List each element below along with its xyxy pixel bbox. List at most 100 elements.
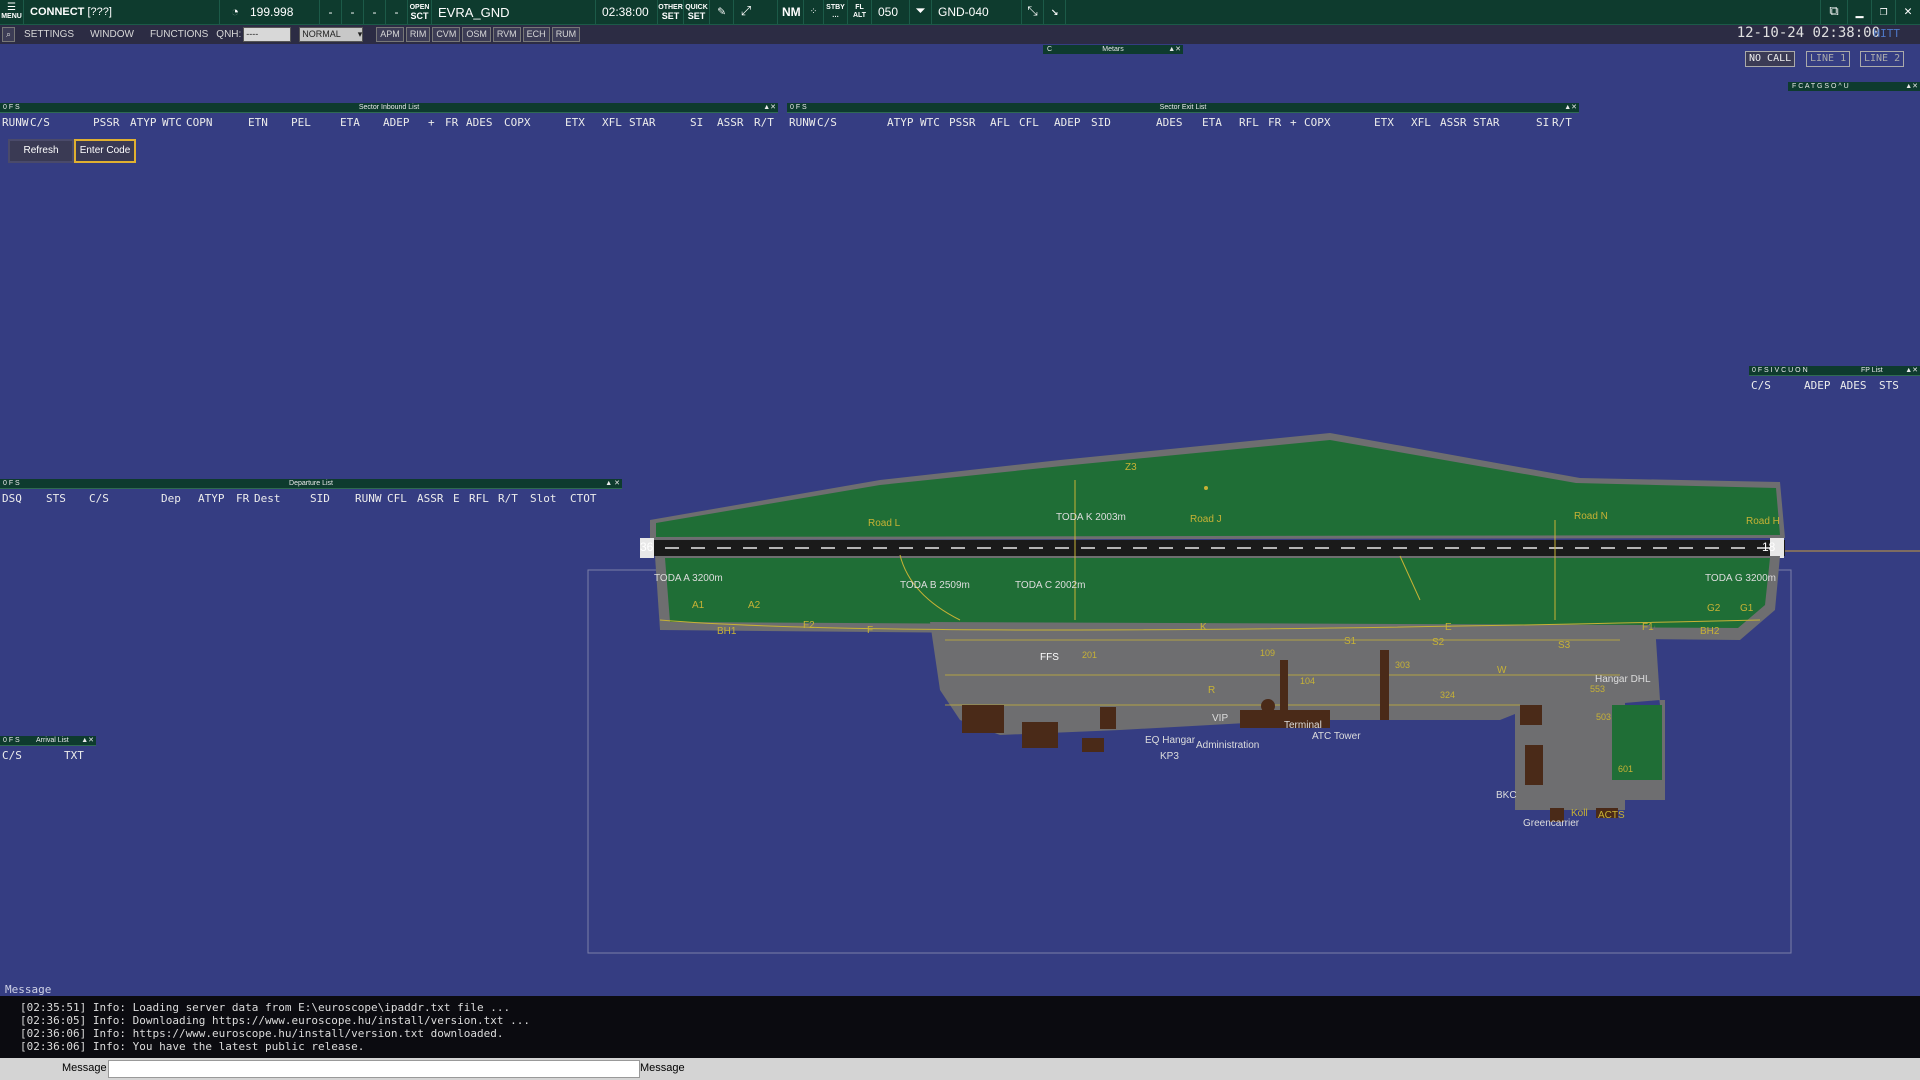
col-header[interactable]: WTC	[162, 116, 182, 129]
col-header[interactable]: STS	[46, 492, 66, 505]
col-header[interactable]: ETA	[1202, 116, 1222, 129]
close-icon[interactable]: ▲✕	[81, 736, 94, 745]
rvm-button[interactable]: RVM	[492, 27, 521, 42]
col-header[interactable]: ADES	[1840, 379, 1867, 392]
col-header[interactable]: C/S	[89, 492, 109, 505]
col-header[interactable]: TXT	[64, 749, 84, 762]
col-header[interactable]: ETX	[565, 116, 585, 129]
col-header[interactable]: ASSR	[417, 492, 444, 505]
connect-button[interactable]: CONNECT [???]	[24, 0, 220, 24]
qnh-field[interactable]: ----	[243, 27, 292, 42]
fl-alt-button[interactable]: FL ALT	[848, 0, 872, 24]
col-header[interactable]: C/S	[817, 116, 837, 129]
col-header[interactable]: ATYP	[887, 116, 914, 129]
col-header[interactable]: WTC	[920, 116, 940, 129]
col-header[interactable]: PSSR	[949, 116, 976, 129]
col-header[interactable]: ADEP	[1804, 379, 1831, 392]
minimize-button[interactable]: ▁	[1848, 0, 1872, 24]
close-icon[interactable]: ▲✕	[1564, 103, 1577, 112]
dash-1[interactable]: -	[320, 0, 342, 24]
close-icon[interactable]: ▲✕	[1905, 366, 1918, 375]
col-header[interactable]: ADEP	[1054, 116, 1081, 129]
flight-strip-toolbar[interactable]: F C A T G S O ^ U ▲✕	[1788, 82, 1920, 91]
col-header[interactable]: ASSR	[1440, 116, 1467, 129]
col-header[interactable]: PSSR	[93, 116, 120, 129]
col-header[interactable]: RFL	[1239, 116, 1259, 129]
menu-functions[interactable]: FUNCTIONS	[142, 29, 216, 40]
close-icon[interactable]: ▲✕	[763, 103, 776, 112]
col-header[interactable]: FR	[1268, 116, 1281, 129]
command-input[interactable]	[108, 1060, 640, 1078]
rum-button[interactable]: RUM	[551, 27, 581, 42]
col-header[interactable]: COPX	[1304, 116, 1331, 129]
col-header[interactable]: CFL	[387, 492, 407, 505]
maximize-button[interactable]: ❐	[1872, 0, 1896, 24]
stby-button[interactable]: STBY …	[824, 0, 848, 24]
close-icon[interactable]: ▲✕	[1905, 82, 1918, 91]
callsign[interactable]: EVRA_GND	[432, 0, 596, 24]
search-button[interactable]: ⌕	[2, 27, 16, 42]
col-header[interactable]: XFL	[1411, 116, 1431, 129]
col-header[interactable]: +	[1290, 116, 1297, 129]
col-header[interactable]: ETA	[340, 116, 360, 129]
col-header[interactable]: C/S	[1751, 379, 1771, 392]
measure-button[interactable]: ⁘	[804, 0, 824, 24]
transition-level[interactable]: 050	[872, 0, 910, 24]
col-header[interactable]: ASSR	[717, 116, 744, 129]
refresh-button[interactable]: Refresh	[8, 139, 74, 163]
col-header[interactable]: +	[428, 116, 435, 129]
ech-button[interactable]: ECH	[522, 27, 550, 42]
dash-4[interactable]: -	[386, 0, 408, 24]
col-header[interactable]: C/S	[2, 749, 22, 762]
no-call-button[interactable]: NO CALL	[1745, 51, 1796, 67]
message-console[interactable]: [02:35:51] Info: Loading server data fro…	[0, 996, 1920, 1058]
line2-button[interactable]: LINE 2	[1860, 51, 1905, 67]
other-set-button[interactable]: OTHER SET	[658, 0, 684, 24]
col-header[interactable]: DSQ	[2, 492, 22, 505]
col-header[interactable]: PEL	[291, 116, 311, 129]
fp-titlebar[interactable]: 0 F S I V C U O N FP List ▲✕	[1749, 366, 1920, 376]
dash-2[interactable]: -	[342, 0, 364, 24]
leader-button[interactable]: ↘	[1044, 0, 1066, 24]
cvm-button[interactable]: CVM	[432, 27, 461, 42]
dash-3[interactable]: -	[364, 0, 386, 24]
col-header[interactable]: COPX	[504, 116, 531, 129]
metars-window[interactable]: C Metars ▲✕	[1043, 45, 1183, 54]
mode-select[interactable]: NORMAL ▾	[299, 27, 364, 42]
col-header[interactable]: SID	[310, 492, 330, 505]
col-header[interactable]: RUNW	[2, 116, 29, 129]
col-header[interactable]: ADEP	[383, 116, 410, 129]
col-header[interactable]: XFL	[602, 116, 622, 129]
col-header[interactable]: AFL	[990, 116, 1010, 129]
line1-button[interactable]: LINE 1	[1806, 51, 1851, 67]
col-header[interactable]: FR	[445, 116, 458, 129]
col-header[interactable]: ETX	[1374, 116, 1394, 129]
quick-set-button[interactable]: QUICK SET	[684, 0, 710, 24]
window-switch-button[interactable]: ⧉	[1820, 0, 1848, 24]
dep-titlebar[interactable]: 0 F S Departure List ▲ ✕	[0, 479, 622, 489]
col-header[interactable]: STAR	[1473, 116, 1500, 129]
col-header[interactable]: ATYP	[130, 116, 157, 129]
menu-window[interactable]: WINDOW	[82, 29, 142, 40]
sil-titlebar[interactable]: 0 F S Sector Inbound List ▲✕	[0, 103, 778, 113]
col-header[interactable]: RUNW	[355, 492, 382, 505]
menu-settings[interactable]: SETTINGS	[16, 29, 82, 40]
col-header[interactable]: STS	[1879, 379, 1899, 392]
col-header[interactable]: CTOT	[570, 492, 597, 505]
col-header[interactable]: SI	[690, 116, 703, 129]
col-header[interactable]: ETN	[248, 116, 268, 129]
rim-button[interactable]: RIM	[405, 27, 431, 42]
filter-button[interactable]: ⏷	[910, 0, 932, 24]
col-header[interactable]: ADES	[466, 116, 493, 129]
col-header[interactable]: SI	[1536, 116, 1549, 129]
col-header[interactable]: RFL	[469, 492, 489, 505]
col-header[interactable]: R/T	[498, 492, 518, 505]
col-header[interactable]: STAR	[629, 116, 656, 129]
close-icon[interactable]: ▲✕	[1168, 45, 1181, 54]
nm-button[interactable]: NM	[778, 0, 804, 24]
arr-titlebar[interactable]: 0 F S Arrival List ▲✕	[0, 736, 96, 746]
open-sct-button[interactable]: OPEN SCT	[408, 0, 432, 24]
col-header[interactable]: SID	[1091, 116, 1111, 129]
frequency-box[interactable]: ◔ 199.998	[220, 0, 320, 24]
menu-button[interactable]: ☰ MENU	[0, 0, 24, 24]
